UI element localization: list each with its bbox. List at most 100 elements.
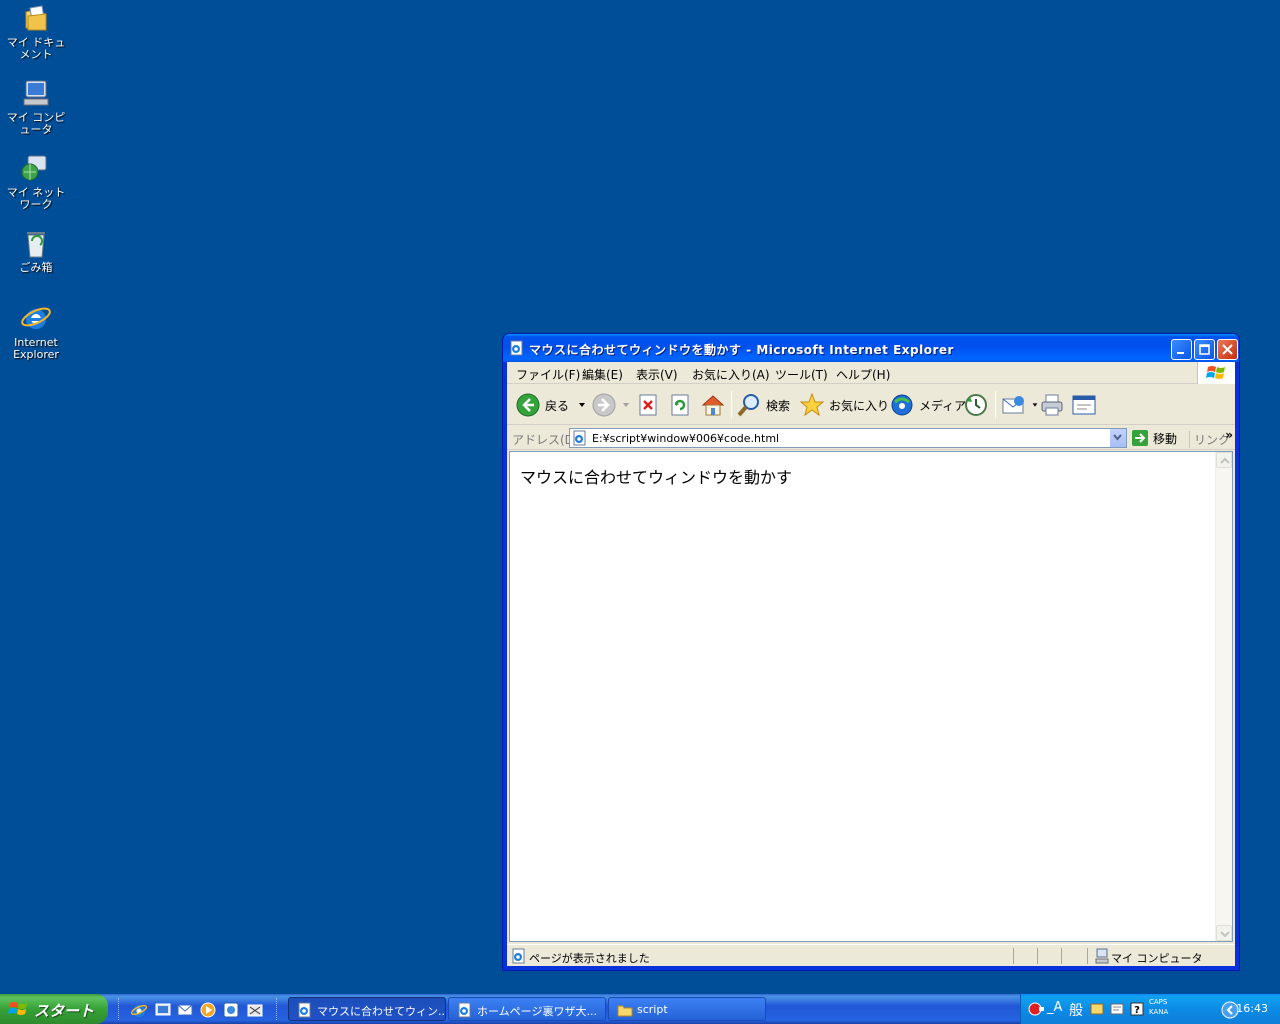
links-label[interactable]: リンク bbox=[1189, 431, 1230, 448]
ime-mode-glyph[interactable]: _A bbox=[1047, 1000, 1062, 1015]
menu-edit[interactable]: 編集(E) bbox=[582, 366, 623, 383]
edit-button[interactable] bbox=[1071, 389, 1097, 421]
go-label: 移動 bbox=[1153, 431, 1178, 446]
page-status-icon bbox=[512, 948, 525, 964]
desktop-icon-recycle-bin[interactable]: ごみ箱 bbox=[0, 227, 72, 274]
dropdown-arrow-icon bbox=[623, 403, 629, 407]
my-documents-icon bbox=[25, 5, 47, 31]
desktop-icon-label: マイ ドキュメント bbox=[6, 36, 66, 61]
status-bar: ページが表示されました マイ コンピュータ bbox=[507, 944, 1235, 966]
page-viewport: マウスに合わせてウィンドウを動かす bbox=[509, 451, 1233, 942]
clock[interactable]: 16:43 bbox=[1236, 1002, 1268, 1015]
desktop-icon-internet-explorer[interactable]: Internet Explorer bbox=[0, 302, 72, 361]
address-input[interactable]: E:¥script¥window¥006¥code.html bbox=[569, 428, 1127, 448]
forward-button[interactable] bbox=[591, 389, 631, 421]
status-pane-divider bbox=[1013, 948, 1014, 964]
task-label: script bbox=[637, 1003, 668, 1016]
menu-file[interactable]: ファイル(F) bbox=[516, 366, 580, 383]
chevron-down-icon bbox=[1113, 434, 1122, 441]
quicklaunch-outlook-icon[interactable] bbox=[176, 1001, 194, 1019]
page-icon bbox=[573, 430, 586, 446]
quicklaunch-grip[interactable] bbox=[118, 998, 121, 1020]
window-title: マウスに合わせてウィンドウを動かす - Microsoft Internet E… bbox=[529, 343, 954, 357]
back-button[interactable]: 戻る bbox=[515, 389, 587, 421]
start-label: スタート bbox=[34, 1002, 95, 1020]
star-icon bbox=[799, 392, 825, 417]
maximize-icon bbox=[1199, 344, 1210, 355]
history-button[interactable] bbox=[963, 389, 989, 421]
media-label: メディア bbox=[919, 398, 967, 413]
task-button-ie-homepage[interactable]: ホームページ裏ワザ大... bbox=[448, 997, 606, 1021]
dropdown-arrow-icon[interactable] bbox=[577, 401, 587, 409]
refresh-button[interactable] bbox=[669, 389, 691, 421]
vertical-scrollbar[interactable] bbox=[1215, 452, 1232, 941]
taskbar-grip[interactable] bbox=[276, 998, 279, 1020]
go-button[interactable]: 移動 bbox=[1131, 429, 1177, 447]
desktop-icon-label: マイ ネットワーク bbox=[6, 186, 66, 211]
menu-view[interactable]: 表示(V) bbox=[636, 366, 678, 383]
taskbar: スタート マウスに合わせてウィン... ホームページ裏ワザ大... script bbox=[0, 994, 1280, 1024]
close-icon bbox=[1222, 344, 1233, 355]
print-button[interactable] bbox=[1039, 389, 1065, 421]
menu-favorites[interactable]: お気に入り(A) bbox=[692, 366, 770, 383]
scroll-down-button[interactable] bbox=[1216, 925, 1232, 941]
help-icon[interactable]: ? bbox=[1129, 1001, 1145, 1017]
internet-explorer-icon bbox=[21, 307, 51, 329]
title-bar[interactable]: マウスに合わせてウィンドウを動かす - Microsoft Internet E… bbox=[503, 334, 1239, 362]
desktop-icon-label: Internet Explorer bbox=[13, 336, 59, 361]
forward-arrow-icon bbox=[592, 393, 616, 417]
scroll-up-button[interactable] bbox=[1216, 452, 1232, 468]
desktop-icon-my-computer[interactable]: マイ コンピュータ bbox=[0, 77, 72, 136]
go-arrow-icon bbox=[1132, 430, 1148, 446]
maximize-button[interactable] bbox=[1194, 339, 1215, 360]
ime-input-mode[interactable]: 般 bbox=[1069, 1000, 1083, 1020]
links-more-chevron[interactable]: » bbox=[1225, 428, 1233, 442]
mail-button[interactable] bbox=[1001, 389, 1039, 421]
caps-label: CAPS bbox=[1149, 998, 1168, 1006]
quicklaunch-media-player-icon[interactable] bbox=[199, 1001, 217, 1019]
start-button[interactable]: スタート bbox=[0, 994, 108, 1024]
recycle-bin-icon bbox=[27, 232, 45, 258]
windows-logo bbox=[1197, 362, 1235, 384]
minimize-button[interactable] bbox=[1171, 339, 1192, 360]
status-pane-divider bbox=[1061, 948, 1062, 964]
status-pane-divider bbox=[1037, 948, 1038, 964]
desktop-icon-label: マイ コンピュータ bbox=[6, 111, 66, 136]
task-button-ie-mouse[interactable]: マウスに合わせてウィン... bbox=[288, 997, 446, 1021]
ime-dictionary-icon[interactable] bbox=[1089, 1001, 1105, 1017]
task-button-script-folder[interactable]: script bbox=[608, 997, 766, 1021]
address-dropdown-button[interactable] bbox=[1109, 429, 1126, 447]
ime-pad-icon[interactable] bbox=[1109, 1001, 1125, 1017]
menu-bar: ファイル(F) 編集(E) 表示(V) お気に入り(A) ツール(T) ヘルプ(… bbox=[507, 362, 1235, 384]
stop-button[interactable] bbox=[637, 389, 659, 421]
quicklaunch-ie-icon[interactable] bbox=[130, 1001, 148, 1019]
security-zone-text: マイ コンピュータ bbox=[1111, 952, 1203, 965]
menu-tools[interactable]: ツール(T) bbox=[775, 366, 828, 383]
standard-toolbar: 戻る 検索 お気に入り メディア bbox=[507, 385, 1235, 425]
search-label: 検索 bbox=[766, 398, 791, 413]
quicklaunch-show-desktop-icon[interactable] bbox=[154, 1001, 172, 1019]
minimize-icon bbox=[1177, 352, 1184, 354]
status-text: ページが表示されました bbox=[529, 952, 650, 965]
caps-kana-indicator[interactable]: CAPS KANA bbox=[1149, 997, 1168, 1017]
ime-toolbar-icon[interactable] bbox=[1027, 1001, 1045, 1017]
quicklaunch-app-icon[interactable] bbox=[222, 1001, 240, 1019]
desktop-icon-my-network[interactable]: マイ ネットワーク bbox=[0, 152, 72, 211]
media-button[interactable]: メディア bbox=[889, 389, 966, 421]
svg-text:?: ? bbox=[1134, 1005, 1140, 1016]
printer-icon bbox=[1041, 394, 1063, 416]
refresh-icon bbox=[671, 394, 689, 416]
status-pane-divider bbox=[1087, 948, 1088, 964]
edit-page-icon bbox=[1072, 395, 1096, 415]
favorites-button[interactable]: お気に入り bbox=[799, 389, 889, 421]
desktop-icon-my-documents[interactable]: マイ ドキュメント bbox=[0, 2, 72, 61]
close-button[interactable] bbox=[1217, 339, 1238, 360]
history-icon bbox=[965, 394, 987, 416]
folder-icon bbox=[617, 1005, 633, 1017]
menu-help[interactable]: ヘルプ(H) bbox=[836, 366, 890, 383]
chevron-up-icon bbox=[1220, 457, 1230, 464]
back-arrow-icon bbox=[516, 393, 540, 417]
search-button[interactable]: 検索 bbox=[736, 389, 790, 421]
home-button[interactable] bbox=[701, 389, 725, 421]
quicklaunch-tool-icon[interactable] bbox=[246, 1001, 264, 1019]
